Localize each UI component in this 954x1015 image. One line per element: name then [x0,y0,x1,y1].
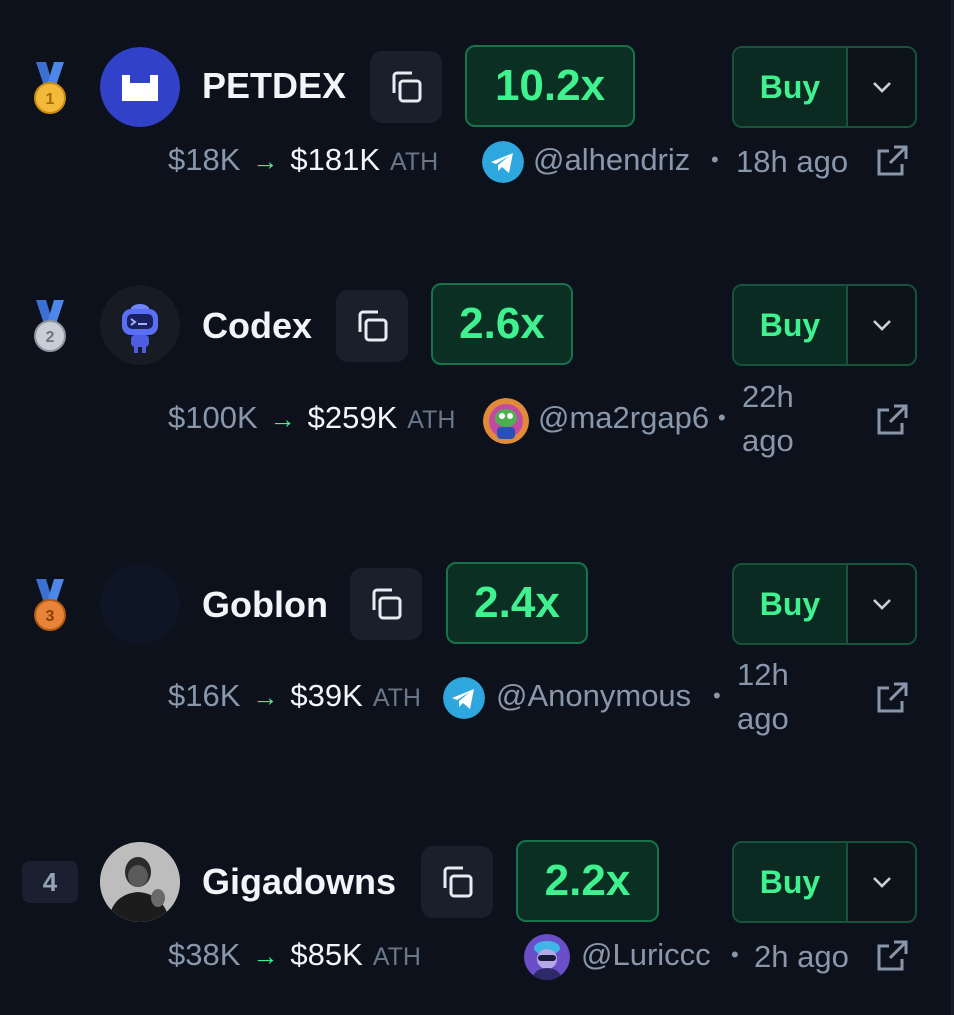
separator-dot: • [718,405,726,430]
token-name: Goblon [202,584,328,625]
user-avatar-icon [524,934,570,980]
chevron-down-icon [872,320,891,331]
copy-address-button[interactable] [370,51,442,123]
bronze-medal-icon: 3 [22,577,78,633]
copy-icon [358,310,388,342]
market-cap-change: $38K → $85K ATH [168,937,421,973]
token-avatar [100,842,180,922]
multiplier-badge: 2.2x [516,840,659,922]
ath-label: ATH [372,943,421,971]
token-name: Gigadowns [202,861,397,902]
buy-options-dropdown[interactable] [848,843,915,921]
call-time-line2: ago [737,701,789,736]
token-name: Codex [202,305,313,346]
call-time-line2: ago [742,423,794,458]
buy-options-dropdown[interactable] [848,48,915,126]
copy-icon [372,588,402,620]
buy-button-group: Buy [732,563,917,645]
arrow-right-icon: → [269,404,296,434]
buy-button[interactable]: Buy [734,48,848,126]
mc-from: $18K [168,142,241,177]
chevron-down-icon [872,82,891,93]
chevron-down-icon [872,599,891,610]
caller-link[interactable]: @Anonymous [496,678,691,714]
multiplier-badge: 2.6x [431,283,573,365]
call-time: 2h ago [754,939,849,974]
copy-icon [443,866,473,898]
ath-label: ATH [407,406,456,434]
mc-ath: $85K [290,937,363,972]
external-link-icon[interactable] [874,143,910,179]
copy-address-button[interactable] [336,290,408,362]
arrow-right-icon: → [252,941,279,971]
call-time-line1: 22h [742,379,794,414]
token-avatar [100,564,180,644]
external-link-icon[interactable] [874,402,910,438]
silver-medal-icon: 2 [22,298,78,354]
copy-address-button[interactable] [350,568,422,640]
mc-from: $38K [168,937,241,972]
mc-from: $100K [168,400,258,435]
caller-link[interactable]: @ma2rgap6 [538,400,709,436]
buy-button[interactable]: Buy [734,286,848,364]
ath-label: ATH [372,684,421,712]
external-link-icon[interactable] [874,680,910,716]
call-time: 12h ago [737,653,789,741]
mc-ath: $181K [290,142,381,177]
market-cap-change: $18K → $181K ATH [168,142,438,178]
external-link-icon[interactable] [874,938,910,974]
buy-options-dropdown[interactable] [848,286,915,364]
telegram-icon [443,677,485,719]
chevron-down-icon [872,877,891,888]
buy-options-dropdown[interactable] [848,565,915,643]
copy-icon [392,71,422,103]
token-name: PETDEX [202,65,347,106]
mc-ath: $39K [290,678,363,713]
market-cap-change: $16K → $39K ATH [168,678,421,714]
svg-text:2: 2 [46,329,55,346]
buy-button-group: Buy [732,46,917,128]
svg-text:3: 3 [46,608,55,625]
buy-button[interactable]: Buy [734,565,848,643]
rank-badge: 4 [22,861,78,903]
caller-link[interactable]: @alhendriz [533,142,690,178]
market-cap-change: $100K → $259K ATH [168,400,455,436]
caller-link[interactable]: @Luriccc [581,937,711,973]
call-time: 22h ago [742,375,794,463]
ath-label: ATH [390,148,439,176]
telegram-icon [482,141,524,183]
buy-button-group: Buy [732,841,917,923]
separator-dot: • [731,942,739,967]
mc-ath: $259K [307,400,398,435]
buy-button-group: Buy [732,284,917,366]
call-time-line1: 12h [737,657,789,692]
svg-text:1: 1 [46,91,55,108]
token-avatar [100,285,180,365]
arrow-right-icon: → [252,146,279,176]
separator-dot: • [713,683,721,708]
multiplier-badge: 2.4x [446,562,588,644]
token-avatar [100,47,180,127]
buy-button[interactable]: Buy [734,843,848,921]
arrow-right-icon: → [252,682,279,712]
call-time: 18h ago [736,144,849,179]
pepe-avatar-icon [483,398,529,444]
gold-medal-icon: 1 [22,60,78,116]
separator-dot: • [711,147,719,172]
copy-address-button[interactable] [421,846,493,918]
mc-from: $16K [168,678,241,713]
multiplier-badge: 10.2x [465,45,635,127]
